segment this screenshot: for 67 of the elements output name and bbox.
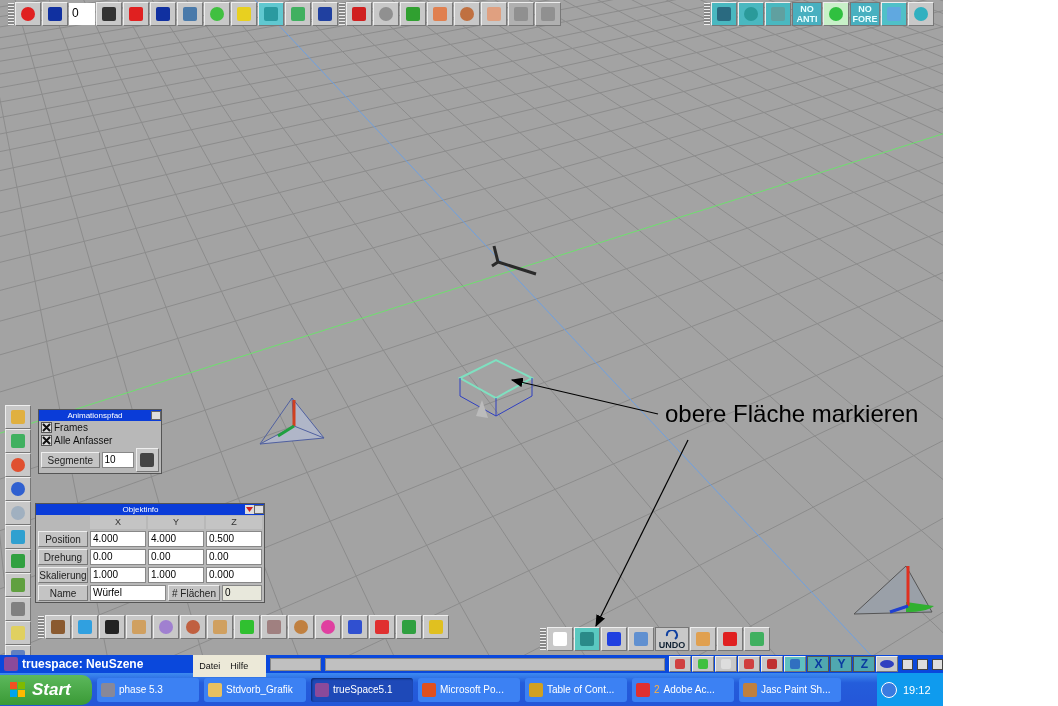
row-label-button[interactable]: Position	[38, 531, 88, 547]
checkbox[interactable]	[41, 435, 52, 446]
taskbar-label: Jasc Paint Sh...	[761, 684, 831, 695]
axis-view-button[interactable]: X	[807, 656, 830, 672]
menu-item[interactable]: Datei	[199, 661, 221, 671]
panel-title: Objektinfo	[121, 504, 160, 515]
name-button[interactable]: Name	[38, 585, 88, 601]
toolbar-grip[interactable]	[704, 3, 710, 25]
taskbar-button[interactable]: Stdvorb_Grafik	[204, 677, 306, 702]
faces-field: 0	[222, 585, 262, 601]
taskbar-button[interactable]: Jasc Paint Sh...	[739, 677, 841, 702]
window-title: truespace: NeuSzene	[22, 657, 145, 671]
value-field[interactable]: 0.000	[206, 567, 262, 583]
frame-field[interactable]: 0	[69, 3, 95, 25]
taskbar-label: trueSpace5.1	[333, 684, 393, 695]
panel-title: Animationspfad	[66, 410, 124, 421]
value-field[interactable]: 4.000	[90, 531, 146, 547]
value-field[interactable]: 4.000	[148, 531, 204, 547]
column-header: X	[90, 516, 146, 529]
checkbox-label: Frames	[54, 422, 88, 433]
annotation-text: obere Fläche markieren	[665, 400, 919, 428]
axis-view-button[interactable]: Z	[853, 656, 876, 672]
value-field[interactable]: 0.00	[206, 549, 262, 565]
taskbar-button[interactable]: Microsoft Po...	[418, 677, 520, 702]
menu-item[interactable]: Hilfe	[230, 661, 249, 671]
value-field[interactable]: 1.000	[148, 567, 204, 583]
record-icon[interactable]	[15, 2, 41, 26]
taskbar-label: Microsoft Po...	[440, 684, 504, 695]
taskbar-label: Table of Cont...	[547, 684, 615, 695]
axis-view-button[interactable]: Y	[830, 656, 853, 672]
close-button[interactable]	[932, 658, 943, 670]
status-field	[270, 657, 322, 671]
undo-button[interactable]: UNDO	[655, 627, 689, 651]
close-button[interactable]	[151, 411, 161, 420]
dropdown-arrow-icon[interactable]	[245, 505, 254, 514]
toolbar-grip[interactable]	[540, 628, 546, 650]
taskbar-button[interactable]: trueSpace5.1	[311, 677, 413, 702]
column-header: Z	[206, 516, 262, 529]
column-header: Y	[148, 516, 204, 529]
tray-expand-icon[interactable]	[881, 681, 897, 698]
clock: 19:12	[903, 683, 931, 696]
value-field[interactable]: 0.500	[206, 531, 262, 547]
row-label-button[interactable]: Drehung	[38, 549, 88, 565]
taskbar-label: Stdvorb_Grafik	[226, 684, 293, 695]
faces-button[interactable]: # Flächen	[168, 585, 220, 601]
checkbox[interactable]	[41, 422, 52, 433]
toolbar-grip[interactable]	[38, 616, 44, 638]
taskbar-button[interactable]: Table of Cont...	[525, 677, 627, 702]
segments-field[interactable]: 10	[101, 452, 134, 468]
value-field[interactable]: 1.000	[90, 567, 146, 583]
taskbar-label: Adobe Ac...	[663, 684, 715, 695]
taskbar-button[interactable]: phase 5.3	[97, 677, 199, 702]
restore-button[interactable]	[917, 658, 929, 670]
minimize-button[interactable]	[902, 658, 914, 670]
group-count: 2	[654, 684, 660, 695]
taskbar-label: phase 5.3	[119, 684, 163, 695]
toolbar-grip[interactable]	[8, 3, 14, 25]
value-field[interactable]: 0.00	[148, 549, 204, 565]
checkbox-label: Alle Anfasser	[54, 435, 113, 446]
segments-button[interactable]: Segmente	[41, 452, 100, 468]
taskbar-button[interactable]: 2 Adobe Ac...	[632, 677, 734, 702]
toolbar-grip[interactable]	[339, 3, 345, 25]
windows-logo-icon	[10, 681, 26, 698]
value-field[interactable]: 0.00	[90, 549, 146, 565]
close-button[interactable]	[254, 505, 264, 514]
name-dropdown[interactable]: Würfel	[90, 585, 166, 601]
row-label-button[interactable]: Skalierung	[38, 567, 88, 583]
